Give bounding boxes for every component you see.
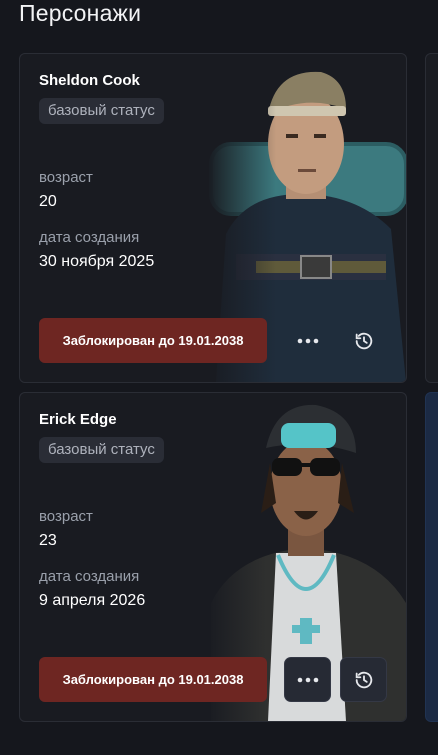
more-dots-icon — [297, 677, 318, 682]
created-date-label: дата создания — [39, 229, 140, 246]
age-value: 23 — [39, 532, 57, 549]
age-label: возраст — [39, 169, 93, 186]
age-label: возраст — [39, 508, 93, 525]
more-options-button[interactable] — [284, 318, 331, 363]
created-date-value: 9 апреля 2026 — [39, 592, 146, 609]
character-name: Sheldon Cook — [39, 72, 140, 89]
partial-card[interactable] — [425, 53, 438, 383]
history-button[interactable] — [340, 318, 387, 363]
created-date-value: 30 ноября 2025 — [39, 253, 155, 270]
page-title: Персонажи — [19, 0, 142, 26]
character-card[interactable]: Erick Edge базовый статус возраст 23 дат… — [19, 392, 407, 722]
created-date-label: дата создания — [39, 568, 140, 585]
status-badge: базовый статус — [39, 98, 164, 124]
history-clock-icon — [355, 671, 372, 688]
history-button[interactable] — [340, 657, 387, 702]
partial-card[interactable] — [425, 392, 438, 722]
blocked-status-badge: Заблокирован до 19.01.2038 — [39, 657, 267, 702]
more-options-button[interactable] — [284, 657, 331, 702]
more-dots-icon — [297, 338, 318, 343]
blocked-status-badge: Заблокирован до 19.01.2038 — [39, 318, 267, 363]
history-clock-icon — [355, 332, 372, 349]
status-badge: базовый статус — [39, 437, 164, 463]
character-name: Erick Edge — [39, 411, 117, 428]
age-value: 20 — [39, 193, 57, 210]
character-card[interactable]: Sheldon Cook базовый статус возраст 20 д… — [19, 53, 407, 383]
